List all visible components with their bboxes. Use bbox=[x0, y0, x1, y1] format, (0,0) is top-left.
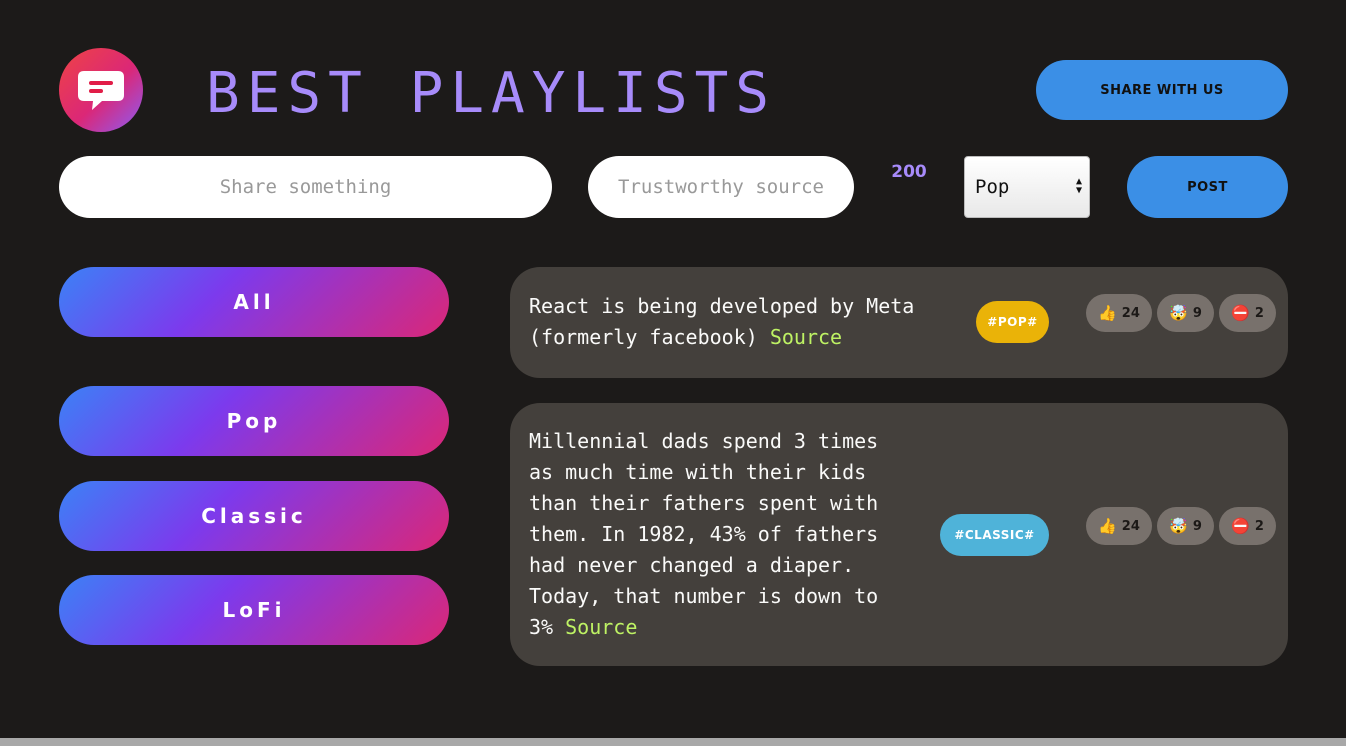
tag-badge: #CLASSIC# bbox=[940, 514, 1049, 556]
category-pop-button[interactable]: Pop bbox=[59, 386, 449, 456]
no-entry-icon: ⛔️ bbox=[1231, 304, 1250, 322]
mind-blown-icon: 🤯 bbox=[1169, 517, 1188, 535]
category-classic-button[interactable]: Classic bbox=[59, 481, 449, 551]
post-button[interactable]: Post bbox=[1127, 156, 1288, 218]
vote-false-button[interactable]: ⛔️ 2 bbox=[1219, 294, 1276, 332]
source-link[interactable]: Source bbox=[770, 325, 842, 349]
vote-count: 9 bbox=[1192, 518, 1202, 534]
page-title: BEST PLAYLISTS bbox=[206, 61, 777, 126]
vote-interesting-button[interactable]: 👍 24 bbox=[1086, 294, 1152, 332]
vote-count: 2 bbox=[1254, 518, 1264, 534]
tag-badge: #POP# bbox=[976, 301, 1049, 343]
source-link[interactable]: Source bbox=[565, 615, 637, 639]
horizontal-scrollbar[interactable] bbox=[0, 738, 1346, 746]
vote-interesting-button[interactable]: 👍 24 bbox=[1086, 507, 1152, 545]
fact-text: React is being developed by Meta (former… bbox=[529, 291, 949, 353]
char-count: 200 bbox=[891, 162, 927, 182]
select-arrows-icon: ▲ ▼ bbox=[1075, 176, 1082, 196]
source-input[interactable]: Trustworthy source bbox=[588, 156, 854, 218]
share-with-us-button[interactable]: Share with us bbox=[1036, 60, 1288, 120]
category-select[interactable]: Pop ▲ ▼ bbox=[964, 156, 1090, 218]
logo-chat-icon bbox=[59, 48, 143, 132]
vote-false-button[interactable]: ⛔️ 2 bbox=[1219, 507, 1276, 545]
vote-count: 9 bbox=[1192, 305, 1202, 321]
fact-body: Millennial dads spend 3 times as much ti… bbox=[529, 429, 879, 639]
fact-body: React is being developed by Meta (former… bbox=[529, 294, 915, 349]
vote-mindblowing-button[interactable]: 🤯 9 bbox=[1157, 294, 1214, 332]
thumbs-up-icon: 👍 bbox=[1098, 304, 1117, 322]
vote-count: 2 bbox=[1254, 305, 1264, 321]
vote-count: 24 bbox=[1121, 518, 1140, 534]
mind-blown-icon: 🤯 bbox=[1169, 304, 1188, 322]
fact-card: React is being developed by Meta (former… bbox=[510, 267, 1288, 378]
share-text-input[interactable]: Share something bbox=[59, 156, 552, 218]
fact-card: Millennial dads spend 3 times as much ti… bbox=[510, 403, 1288, 666]
vote-count: 24 bbox=[1121, 305, 1140, 321]
vote-mindblowing-button[interactable]: 🤯 9 bbox=[1157, 507, 1214, 545]
category-lofi-button[interactable]: LoFi bbox=[59, 575, 449, 645]
no-entry-icon: ⛔️ bbox=[1231, 517, 1250, 535]
fact-text: Millennial dads spend 3 times as much ti… bbox=[529, 426, 909, 643]
thumbs-up-icon: 👍 bbox=[1098, 517, 1117, 535]
category-select-value: Pop bbox=[975, 176, 1010, 198]
category-all-button[interactable]: All bbox=[59, 267, 449, 337]
